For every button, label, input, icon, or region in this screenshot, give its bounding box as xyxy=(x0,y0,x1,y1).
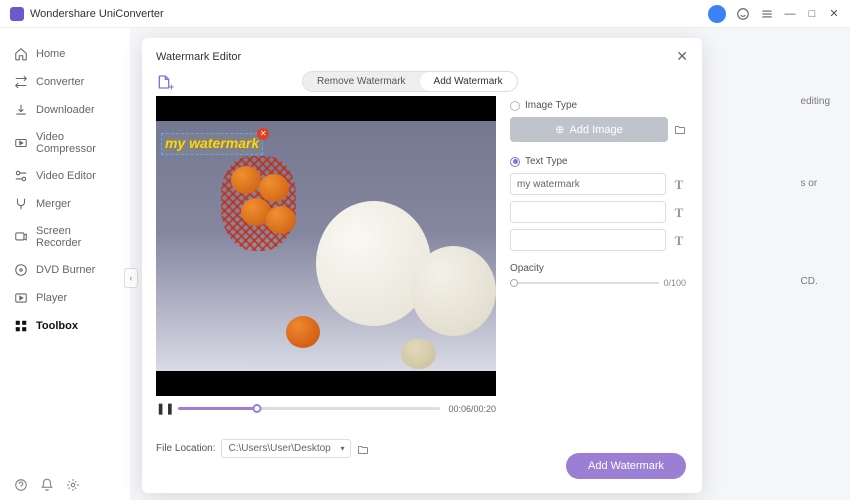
sidebar-item-label: Home xyxy=(36,48,65,60)
user-avatar-icon[interactable] xyxy=(708,5,726,23)
close-icon[interactable]: ✕ xyxy=(676,48,688,65)
add-image-button[interactable]: ⊕ Add Image xyxy=(510,117,668,142)
open-folder-icon[interactable] xyxy=(357,443,369,455)
settings-icon[interactable] xyxy=(66,478,80,492)
toolbox-icon xyxy=(14,319,28,333)
player-controls: ❚❚ 00:06/00:20 xyxy=(156,396,496,421)
watermark-text: my watermark xyxy=(165,135,259,151)
modal-title: Watermark Editor xyxy=(156,51,241,63)
tab-remove-watermark[interactable]: Remove Watermark xyxy=(303,72,420,91)
maximize-button[interactable]: □ xyxy=(806,8,818,20)
watermark-overlay[interactable]: my watermark ✕ xyxy=(161,133,263,155)
compressor-icon xyxy=(14,136,28,150)
minimize-button[interactable]: — xyxy=(784,8,796,20)
still-life-egg xyxy=(411,246,496,336)
watermark-options: Image Type ⊕ Add Image Text Type xyxy=(508,96,688,481)
sidebar-item-toolbox[interactable]: Toolbox xyxy=(0,312,130,340)
dvd-icon xyxy=(14,263,28,277)
sidebar-item-label: Merger xyxy=(36,198,71,210)
progress-handle[interactable] xyxy=(252,404,261,413)
sidebar-item-label: Converter xyxy=(36,76,84,88)
sidebar-item-video-compressor[interactable]: Video Compressor xyxy=(0,124,130,162)
opacity-value: 0/100 xyxy=(663,278,686,288)
watermark-text-input-2[interactable] xyxy=(510,201,666,223)
watermark-editor-modal: Watermark Editor ✕ + Remove Watermark Ad… xyxy=(142,38,702,493)
app-logo-icon xyxy=(10,7,24,21)
sidebar-item-merger[interactable]: Merger xyxy=(0,190,130,218)
content-area: editing s or CD. Watermark Editor ✕ + Re… xyxy=(130,28,850,500)
editor-icon xyxy=(14,169,28,183)
video-preview[interactable]: my watermark ✕ xyxy=(156,96,496,396)
opacity-handle[interactable] xyxy=(510,279,518,287)
sidebar-item-converter[interactable]: Converter xyxy=(0,68,130,96)
close-window-button[interactable]: ✕ xyxy=(828,8,840,20)
menu-icon[interactable] xyxy=(760,7,774,21)
bell-icon[interactable] xyxy=(40,478,54,492)
text-type-label: Text Type xyxy=(525,156,568,167)
text-style-icon[interactable]: T xyxy=(672,205,686,219)
titlebar: Wondershare UniConverter — □ ✕ xyxy=(0,0,850,28)
text-style-icon[interactable]: T xyxy=(672,233,686,247)
opacity-slider[interactable] xyxy=(510,282,659,284)
sidebar-item-label: Screen Recorder xyxy=(36,225,116,249)
text-style-icon[interactable]: T xyxy=(672,177,686,191)
titlebar-controls: — □ ✕ xyxy=(708,5,840,23)
sidebar-item-label: Player xyxy=(36,292,67,304)
background-text: editing s or CD. xyxy=(801,88,830,296)
image-type-label: Image Type xyxy=(525,100,577,111)
still-life-net-bag xyxy=(221,156,321,266)
image-type-radio[interactable] xyxy=(510,101,520,111)
time-display: 00:06/00:20 xyxy=(448,404,496,414)
sidebar-item-player[interactable]: Player xyxy=(0,284,130,312)
sidebar: Home Converter Downloader Video Compress… xyxy=(0,28,130,500)
sidebar-item-video-editor[interactable]: Video Editor xyxy=(0,162,130,190)
download-icon xyxy=(14,103,28,117)
sidebar-item-screen-recorder[interactable]: Screen Recorder xyxy=(0,218,130,256)
file-location-path: C:\Users\User\Desktop xyxy=(228,443,330,454)
app-title: Wondershare UniConverter xyxy=(30,8,708,20)
help-icon[interactable] xyxy=(14,478,28,492)
pause-button[interactable]: ❚❚ xyxy=(156,402,170,415)
progress-fill xyxy=(178,407,257,410)
text-type-radio[interactable] xyxy=(510,157,520,167)
watermark-text-input-3[interactable] xyxy=(510,229,666,251)
support-icon[interactable] xyxy=(736,7,750,21)
opacity-label: Opacity xyxy=(510,263,686,274)
home-icon xyxy=(14,47,28,61)
chevron-down-icon: ▾ xyxy=(340,444,344,453)
sidebar-item-label: Toolbox xyxy=(36,320,78,332)
sidebar-item-home[interactable]: Home xyxy=(0,40,130,68)
file-location-select[interactable]: C:\Users\User\Desktop ▾ xyxy=(221,439,351,458)
add-file-icon[interactable]: + xyxy=(156,74,172,90)
tab-group: Remove Watermark Add Watermark xyxy=(302,71,518,92)
converter-icon xyxy=(14,75,28,89)
sidebar-item-dvd-burner[interactable]: DVD Burner xyxy=(0,256,130,284)
plus-icon: ⊕ xyxy=(555,123,564,136)
watermark-text-input-1[interactable] xyxy=(510,173,666,195)
sidebar-item-label: Video Editor xyxy=(36,170,96,182)
sidebar-item-downloader[interactable]: Downloader xyxy=(0,96,130,124)
recorder-icon xyxy=(14,230,28,244)
add-watermark-button[interactable]: Add Watermark xyxy=(566,453,686,479)
preview-frame xyxy=(156,121,496,371)
sidebar-item-label: Video Compressor xyxy=(36,131,116,155)
browse-image-icon[interactable] xyxy=(674,124,686,136)
merger-icon xyxy=(14,197,28,211)
still-life-object xyxy=(401,339,436,369)
progress-bar[interactable] xyxy=(178,407,440,410)
sidebar-item-label: DVD Burner xyxy=(36,264,95,276)
file-location-label: File Location: xyxy=(156,443,215,454)
player-icon xyxy=(14,291,28,305)
tab-add-watermark[interactable]: Add Watermark xyxy=(420,72,517,91)
sidebar-item-label: Downloader xyxy=(36,104,95,116)
still-life-orange xyxy=(286,316,320,348)
